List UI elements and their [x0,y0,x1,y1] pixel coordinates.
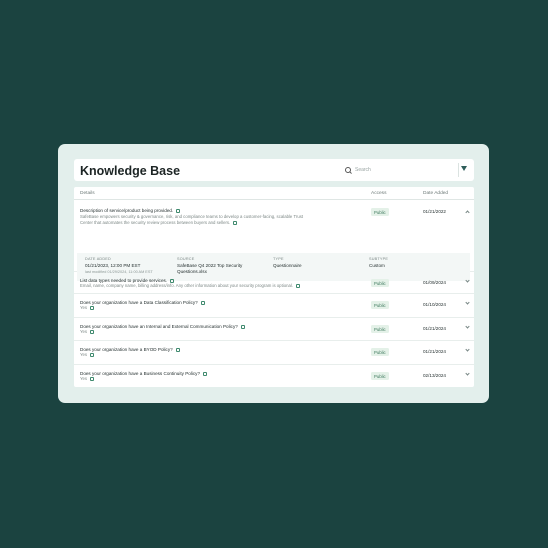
detail-label: SUBTYPE [369,257,389,261]
row-question: Does your organization have a BYOD Polic… [80,347,180,352]
copy-icon[interactable] [90,329,95,334]
detail-label: TYPE [273,257,284,261]
row-question: Does your organization have a Data Class… [80,300,205,305]
table-header: Details Access Date Added [74,187,474,200]
chevron-down-icon[interactable] [465,324,470,329]
detail-label: SOURCE [177,257,195,261]
detail-value: Custom [369,263,385,268]
column-date-added[interactable]: Date Added [423,191,448,196]
page-title: Knowledge Base [80,164,181,178]
copy-icon[interactable] [176,208,181,213]
copy-icon[interactable] [233,221,238,226]
chevron-down-icon[interactable] [465,347,470,352]
access-badge: Public [371,208,389,216]
table-row[interactable]: Does your organization have a BYOD Polic… [74,342,474,365]
table-row[interactable]: Does your organization have a Business C… [74,366,474,387]
filter-icon[interactable] [461,166,467,171]
row-date: 01/09/2024 [423,280,446,285]
table-row[interactable]: Does your organization have a Data Class… [74,295,474,318]
row-date: 01/21/2022 [423,209,446,214]
detail-value: 01/21/2023, 12:00 PM EST [85,263,141,268]
header-divider [458,163,459,177]
copy-icon[interactable] [90,305,95,310]
search-placeholder: Search [355,167,371,173]
row-question: Does your organization have a Business C… [80,371,208,376]
row-answer: Yes [80,329,95,335]
copy-icon[interactable] [240,324,245,329]
access-badge: Public [371,301,389,309]
row-answer: Yes [80,352,95,358]
column-details[interactable]: Details [80,191,95,196]
row-date: 02/13/2024 [423,373,446,378]
detail-subtype: SUBTYPE Custom [369,257,429,269]
table-row[interactable]: List data types needed to provide servic… [74,273,474,294]
row-date: 01/21/2024 [423,349,446,354]
copy-icon[interactable] [175,347,180,352]
access-badge: Public [371,279,389,287]
row-question: Does your organization have an Internal … [80,324,245,329]
access-badge: Public [371,325,389,333]
table-row[interactable]: Does your organization have an Internal … [74,319,474,341]
chevron-down-icon[interactable] [465,278,470,283]
row-answer: Email, name, company name, billing addre… [80,283,301,289]
row-answer: Yes [80,376,95,382]
row-answer: Yes [80,305,95,311]
detail-value: Questionnaire [273,263,302,268]
chevron-up-icon[interactable] [465,210,470,215]
knowledge-base-card: Knowledge Base Search Details Access Dat… [58,144,489,403]
access-badge: Public [371,348,389,356]
search-icon [345,166,352,174]
table-row-expanded[interactable]: Description of service/product being pro… [74,201,474,281]
copy-icon[interactable] [203,371,208,376]
access-badge: Public [371,372,389,380]
chevron-down-icon[interactable] [465,371,470,376]
knowledge-table: Details Access Date Added Description of… [74,187,474,387]
column-access[interactable]: Access [371,191,386,196]
detail-label: DATE ADDED [85,257,111,261]
row-answer: SafeBase empowers security & governance,… [80,214,304,226]
copy-icon[interactable] [296,283,301,288]
header-bar: Knowledge Base Search [74,159,474,181]
copy-icon[interactable] [200,300,205,305]
row-question: Description of service/product being pro… [80,208,181,213]
chevron-down-icon[interactable] [465,300,470,305]
copy-icon[interactable] [90,376,95,381]
row-date: 01/21/2024 [423,326,446,331]
detail-date-added: DATE ADDED 01/21/2023, 12:00 PM EST last… [85,257,173,274]
row-date: 01/10/2024 [423,302,446,307]
copy-icon[interactable] [90,352,95,357]
detail-type: TYPE Questionnaire [273,257,353,269]
search-input[interactable]: Search [345,164,453,176]
